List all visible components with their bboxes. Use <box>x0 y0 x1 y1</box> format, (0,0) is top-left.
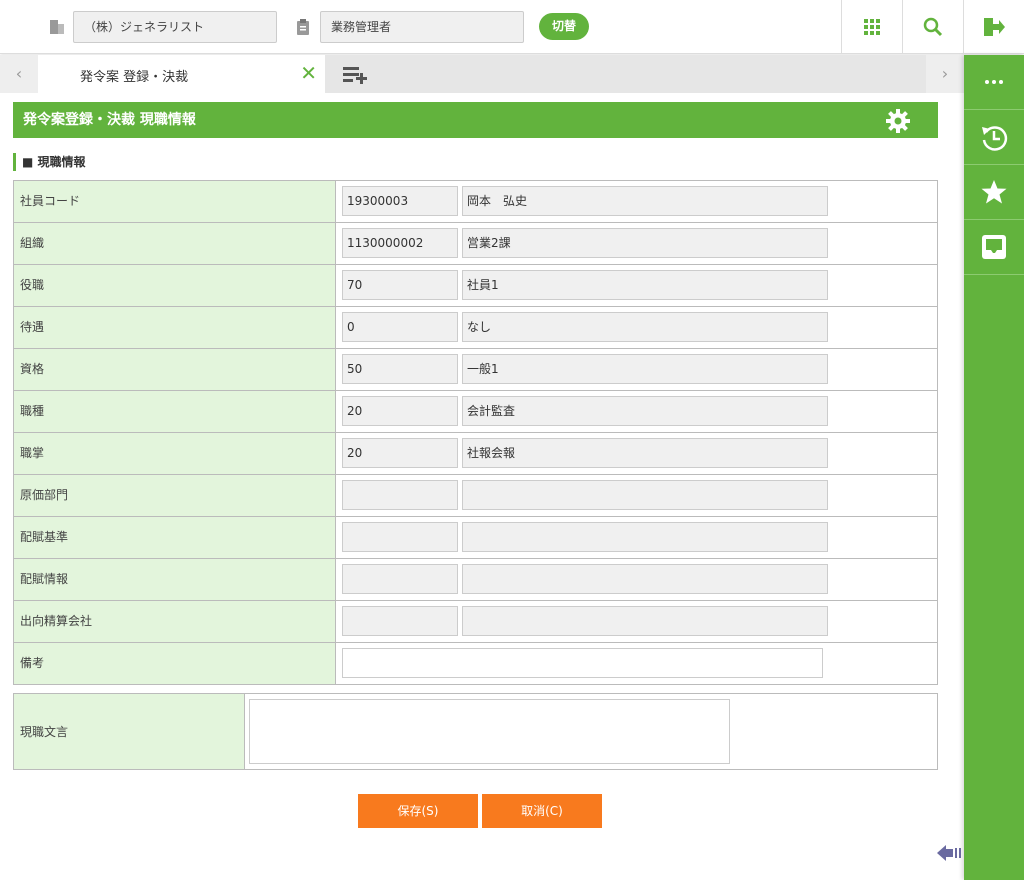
field-label: 出向精算会社 <box>13 600 336 643</box>
field-label: 現職文言 <box>13 693 245 770</box>
tab-label: 発令案 登録・決裁 <box>80 70 189 85</box>
table-row: 配賦情報 <box>13 558 938 601</box>
name-input[interactable]: なし <box>462 312 828 342</box>
table-row: 資格 50 一般1 <box>13 348 938 391</box>
field-label: 配賦基準 <box>13 516 336 559</box>
table-row: 出向精算会社 <box>13 600 938 643</box>
field-label: 職種 <box>13 390 336 433</box>
current-position-table: 社員コード 19300003 岡本 弘史 組織 1130000002 営業2課 役職 7… <box>13 180 938 685</box>
name-input[interactable] <box>462 606 828 636</box>
close-icon[interactable]: ✕ <box>300 61 317 85</box>
position-text-textarea[interactable] <box>249 699 730 764</box>
tab-scroll-left[interactable]: ‹ <box>0 55 38 93</box>
name-input[interactable]: 社員1 <box>462 270 828 300</box>
name-input[interactable]: 一般1 <box>462 354 828 384</box>
logout-icon <box>984 18 1005 36</box>
code-input[interactable]: 1130000002 <box>342 228 458 258</box>
tab-bar: ‹ 発令案 登録・決裁 ✕ › <box>0 55 964 93</box>
field-label: 資格 <box>13 348 336 391</box>
search-icon <box>923 17 943 37</box>
collapse-arrow-icon[interactable] <box>937 843 963 866</box>
code-input[interactable] <box>342 480 458 510</box>
name-input[interactable] <box>462 564 828 594</box>
star-icon <box>981 180 1007 204</box>
field-label: 配賦情報 <box>13 558 336 601</box>
field-label: 原価部門 <box>13 474 336 517</box>
switch-button[interactable]: 切替 <box>539 13 589 40</box>
tab-scroll-right[interactable]: › <box>926 55 964 93</box>
code-input[interactable]: 20 <box>342 438 458 468</box>
table-row: 配賦基準 <box>13 516 938 559</box>
section-heading: ■ 現職情報 <box>13 153 86 171</box>
tab-active[interactable]: 発令案 登録・決裁 ✕ <box>38 55 325 93</box>
gear-icon[interactable] <box>886 109 910 147</box>
page-title: 発令案登録・決裁 現職情報 <box>13 102 938 138</box>
table-row: 待遇 0 なし <box>13 306 938 349</box>
name-input[interactable] <box>462 522 828 552</box>
table-row: 職掌 20 社報会報 <box>13 432 938 475</box>
more-button[interactable] <box>964 55 1024 110</box>
code-input[interactable]: 70 <box>342 270 458 300</box>
history-button[interactable] <box>964 110 1024 165</box>
logout-button[interactable] <box>963 0 1024 54</box>
history-icon <box>982 126 1008 151</box>
right-sidebar <box>964 55 1024 880</box>
clipboard-icon <box>297 19 311 35</box>
favorite-button[interactable] <box>964 165 1024 220</box>
field-label: 待遇 <box>13 306 336 349</box>
building-icon <box>50 19 64 35</box>
table-row: 組織 1130000002 営業2課 <box>13 222 938 265</box>
page-title-text: 発令案登録・決裁 現職情報 <box>23 112 196 128</box>
table-row: 職種 20 会計監査 <box>13 390 938 433</box>
remarks-input[interactable] <box>342 648 823 678</box>
field-label: 組織 <box>13 222 336 265</box>
inbox-button[interactable] <box>964 220 1024 275</box>
save-button[interactable]: 保存(S) <box>358 794 478 828</box>
code-input[interactable] <box>342 564 458 594</box>
table-row: 社員コード 19300003 岡本 弘史 <box>13 180 938 223</box>
search-button[interactable] <box>902 0 963 54</box>
code-input[interactable]: 20 <box>342 396 458 426</box>
top-header: （株）ジェネラリスト 業務管理者 切替 <box>0 0 1024 54</box>
role-field[interactable]: 業務管理者 <box>320 11 524 43</box>
company-field[interactable]: （株）ジェネラリスト <box>73 11 277 43</box>
text-table: 現職文言 <box>13 693 938 770</box>
name-input[interactable] <box>462 480 828 510</box>
code-input[interactable]: 0 <box>342 312 458 342</box>
field-label: 職掌 <box>13 432 336 475</box>
field-label: 社員コード <box>13 180 336 223</box>
more-icon <box>985 80 1003 84</box>
table-row: 原価部門 <box>13 474 938 517</box>
code-input[interactable]: 50 <box>342 354 458 384</box>
table-row-remarks: 備考 <box>13 642 938 685</box>
code-input[interactable] <box>342 606 458 636</box>
cancel-button[interactable]: 取消(C) <box>482 794 602 828</box>
name-input[interactable]: 会計監査 <box>462 396 828 426</box>
field-label: 役職 <box>13 264 336 307</box>
grid-icon <box>864 19 880 35</box>
name-input[interactable]: 岡本 弘史 <box>462 186 828 216</box>
inbox-icon <box>982 235 1006 259</box>
name-input[interactable]: 営業2課 <box>462 228 828 258</box>
add-tab-button[interactable] <box>343 66 369 87</box>
field-label: 備考 <box>13 642 336 685</box>
apps-button[interactable] <box>841 0 902 54</box>
code-input[interactable] <box>342 522 458 552</box>
code-input[interactable]: 19300003 <box>342 186 458 216</box>
table-row: 役職 70 社員1 <box>13 264 938 307</box>
list-add-icon <box>343 67 367 84</box>
name-input[interactable]: 社報会報 <box>462 438 828 468</box>
